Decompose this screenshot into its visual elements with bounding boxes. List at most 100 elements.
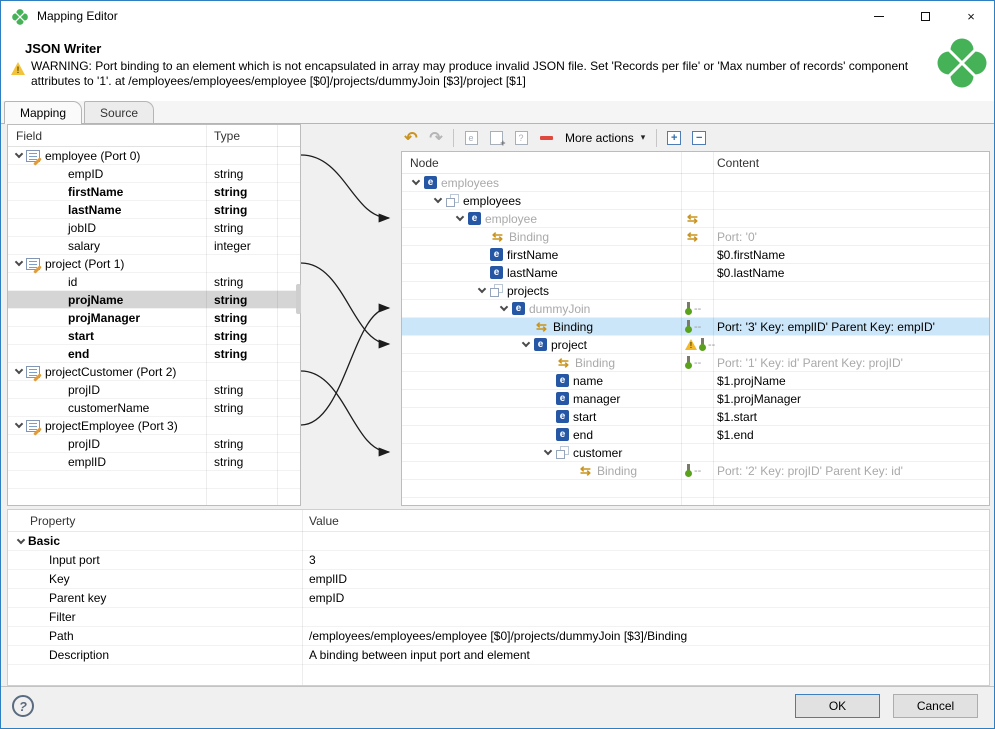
tree-row-empty — [402, 480, 989, 498]
warning-message: WARNING: Port binding to an element whic… — [31, 59, 908, 89]
chevron-down-icon — [544, 447, 552, 455]
node-label: project — [551, 338, 587, 352]
tab-source[interactable]: Source — [84, 101, 154, 123]
binding-status: !-- — [685, 338, 715, 351]
redo-button[interactable]: ↷ — [428, 128, 444, 148]
field-row[interactable]: project (Port 1) — [8, 255, 300, 273]
field-row[interactable]: projManagerstring — [8, 309, 300, 327]
tree-row[interactable]: employees — [402, 192, 989, 210]
tree-row[interactable]: ename$1.projName — [402, 372, 989, 390]
splitter-grip[interactable] — [296, 284, 301, 314]
ok-button[interactable]: OK — [795, 694, 880, 718]
add-wildcard-button[interactable]: ? — [513, 128, 529, 148]
close-button[interactable]: × — [948, 1, 994, 32]
cancel-button[interactable]: Cancel — [893, 694, 978, 718]
collapse-all-icon: − — [692, 131, 706, 145]
mapping-connection[interactable] — [301, 155, 389, 218]
element-icon: e — [556, 392, 569, 405]
tree-row[interactable]: eproject!-- — [402, 336, 989, 354]
field-row[interactable]: idstring — [8, 273, 300, 291]
tree-row[interactable]: eemployees — [402, 174, 989, 192]
property-row[interactable]: Basic — [8, 532, 989, 551]
property-row[interactable]: Path/employees/employees/employee [$0]/p… — [8, 627, 989, 646]
node-label: dummyJoin — [529, 302, 590, 316]
field-row[interactable]: projectEmployee (Port 3) — [8, 417, 300, 435]
field-row[interactable]: employee (Port 0) — [8, 147, 300, 165]
tree-row[interactable]: elastName$0.lastName — [402, 264, 989, 282]
remove-button[interactable] — [538, 128, 554, 148]
field-type: string — [214, 455, 243, 469]
add-attribute-button[interactable]: + — [488, 128, 504, 148]
toolbar-separator-2 — [656, 129, 657, 147]
node-content: Port: '1' Key: id' Parent Key: projID' — [717, 356, 903, 370]
collapse-all-button[interactable]: − — [691, 128, 707, 148]
property-row[interactable]: Filter — [8, 608, 989, 627]
tree-row[interactable]: ⇆Binding--Port: '3' Key: emplID' Parent … — [402, 318, 989, 336]
field-row[interactable]: emplIDstring — [8, 453, 300, 471]
tab-mapping[interactable]: Mapping — [4, 101, 82, 124]
dialog-header: JSON Writer ! WARNING: Port binding to a… — [1, 32, 994, 101]
tree-row[interactable]: ⇆Binding⇆Port: '0' — [402, 228, 989, 246]
field-row[interactable]: projNamestring — [8, 291, 300, 309]
property-value: 3 — [309, 553, 316, 567]
property-label: Path — [49, 629, 74, 643]
property-label: Description — [49, 648, 109, 662]
field-row[interactable]: customerNamestring — [8, 399, 300, 417]
titlebar[interactable]: Mapping Editor × — [1, 1, 994, 32]
field-label: empID — [68, 167, 103, 181]
field-label: salary — [68, 239, 100, 253]
mapping-connection[interactable] — [301, 371, 389, 452]
element-icon: e — [424, 176, 437, 189]
field-type: string — [214, 437, 243, 451]
property-column-header: Property — [30, 514, 75, 528]
field-row[interactable]: startstring — [8, 327, 300, 345]
tree-row[interactable]: ⇆Binding--Port: '1' Key: id' Parent Key:… — [402, 354, 989, 372]
tree-row[interactable]: eend$1.end — [402, 426, 989, 444]
field-row[interactable]: empIDstring — [8, 165, 300, 183]
field-row[interactable]: projIDstring — [8, 381, 300, 399]
tree-row[interactable]: ⇆Binding--Port: '2' Key: projID' Parent … — [402, 462, 989, 480]
expand-all-button[interactable]: + — [666, 128, 682, 148]
field-row[interactable]: projIDstring — [8, 435, 300, 453]
tree-row[interactable]: customer — [402, 444, 989, 462]
key-icon: -- — [685, 356, 701, 369]
binding-status: ⇆ — [685, 230, 715, 243]
property-row[interactable]: Key emplID — [8, 570, 989, 589]
field-label: projID — [68, 383, 100, 397]
minimize-button[interactable] — [856, 1, 902, 32]
field-label: employee (Port 0) — [45, 149, 140, 163]
app-clover-icon — [12, 9, 28, 25]
more-actions-button[interactable]: More actions ▾ — [563, 131, 647, 145]
field-row[interactable]: firstNamestring — [8, 183, 300, 201]
field-row[interactable]: lastNamestring — [8, 201, 300, 219]
tree-row[interactable]: eemployee⇆ — [402, 210, 989, 228]
tree-row[interactable]: edummyJoin-- — [402, 300, 989, 318]
minimize-icon — [874, 16, 884, 17]
tree-row[interactable]: projects — [402, 282, 989, 300]
tree-row[interactable]: efirstName$0.firstName — [402, 246, 989, 264]
mapping-connection[interactable] — [301, 263, 389, 344]
maximize-button[interactable] — [902, 1, 948, 32]
window-controls: × — [856, 1, 994, 32]
field-row[interactable]: jobIDstring — [8, 219, 300, 237]
property-value: emplID — [309, 572, 347, 586]
field-row[interactable]: projectCustomer (Port 2) — [8, 363, 300, 381]
key-icon: -- — [685, 320, 701, 333]
field-type: string — [214, 185, 247, 199]
tree-row[interactable]: estart$1.start — [402, 408, 989, 426]
property-label: Key — [49, 572, 70, 586]
property-row[interactable]: DescriptionA binding between input port … — [8, 646, 989, 665]
field-type: string — [214, 203, 247, 217]
help-button[interactable]: ? — [12, 695, 34, 717]
undo-button[interactable]: ↶ — [403, 128, 419, 148]
field-row[interactable]: endstring — [8, 345, 300, 363]
property-row[interactable]: Input port 3 — [8, 551, 989, 570]
cancel-button-label: Cancel — [917, 699, 954, 713]
property-label: Input port — [49, 553, 100, 567]
tree-row[interactable]: emanager$1.projManager — [402, 390, 989, 408]
property-row[interactable]: Parent keyempID — [8, 589, 989, 608]
add-element-button[interactable]: e — [463, 128, 479, 148]
node-column-header: Node — [410, 156, 439, 170]
field-row[interactable]: salaryinteger — [8, 237, 300, 255]
chevron-down-icon — [500, 303, 508, 311]
